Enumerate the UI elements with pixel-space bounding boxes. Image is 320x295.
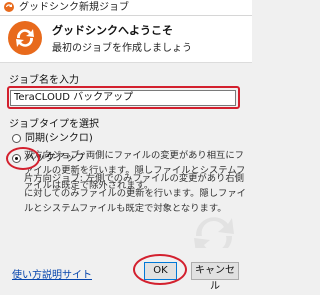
job-name-input[interactable]: TeraCLOUD バックアップ (10, 90, 236, 106)
goodsync-logo (8, 21, 42, 55)
window-title: グッドシンク新規ジョブ (19, 2, 129, 13)
goodsync-icon (4, 2, 14, 12)
job-name-label: ジョブ名を入力 (9, 75, 79, 86)
welcome-heading: グッドシンクへようこそ (52, 24, 173, 37)
radio-sync-circle[interactable] (12, 134, 21, 143)
help-site-link[interactable]: 使い方説明サイト (12, 266, 92, 281)
welcome-subheading: 最初のジョブを作成しましょう (52, 43, 192, 54)
backup-description: 片方向ジョブ: 左側でのみファイルの変更があり右側に対してのみファイルの更新を行… (24, 173, 246, 214)
radio-backup-label[interactable]: バックアップ (25, 153, 85, 165)
cancel-button[interactable]: キャンセル (191, 262, 239, 292)
job-type-label: ジョブタイプを選択 (9, 119, 99, 130)
radio-sync-label[interactable]: 同期(シンクロ) (25, 133, 93, 145)
ok-button[interactable]: OK (144, 262, 177, 280)
title-bar: グッドシンク新規ジョブ (0, 0, 252, 16)
welcome-header: グッドシンクへようこそ 最初のジョブを作成しましょう (0, 16, 252, 63)
radio-backup-circle[interactable] (12, 154, 21, 163)
